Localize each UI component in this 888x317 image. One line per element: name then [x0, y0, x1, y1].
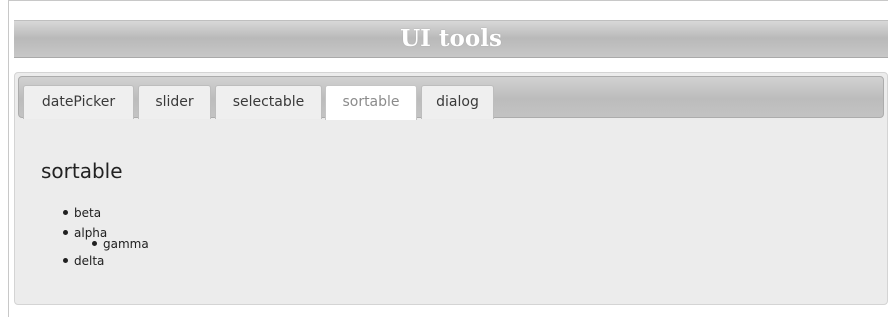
- bullet-icon: [63, 230, 68, 235]
- sortable-item-label: delta: [74, 254, 105, 268]
- tab-sortable[interactable]: sortable: [325, 85, 417, 120]
- sortable-item-delta[interactable]: delta: [63, 254, 104, 268]
- panel-title: sortable: [41, 159, 123, 183]
- sortable-item-beta[interactable]: beta: [63, 206, 101, 220]
- page-title: UI tools: [400, 25, 502, 52]
- bullet-icon: [63, 210, 68, 215]
- header-bar: UI tools: [14, 20, 888, 58]
- sortable-item-label: gamma: [103, 237, 149, 251]
- sortable-item-label: beta: [74, 206, 102, 220]
- tab-selectable[interactable]: selectable: [215, 85, 322, 119]
- tab-nav: datePicker slider selectable sortable di…: [18, 76, 884, 120]
- tab-slider[interactable]: slider: [138, 85, 211, 119]
- bullet-icon: [63, 258, 68, 263]
- tabs-panel: datePicker slider selectable sortable di…: [14, 72, 888, 305]
- tab-datepicker[interactable]: datePicker: [23, 85, 134, 119]
- bullet-icon: [92, 241, 97, 246]
- tab-dialog[interactable]: dialog: [421, 85, 494, 119]
- sortable-item-gamma[interactable]: gamma: [92, 237, 149, 251]
